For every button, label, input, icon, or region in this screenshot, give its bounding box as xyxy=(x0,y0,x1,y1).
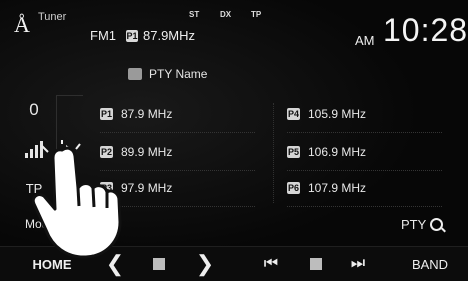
current-band: FM1 xyxy=(90,28,116,43)
am-pm-label: AM xyxy=(355,33,375,48)
preset-frequency: 105.9 MHz xyxy=(308,107,367,121)
seek-mode-button[interactable]: 0 xyxy=(14,100,54,120)
preset-number: P5 xyxy=(287,146,300,158)
clock: 10:28 xyxy=(383,12,468,48)
search-icon xyxy=(430,217,444,231)
preset-item[interactable]: P4 105.9 MHz xyxy=(287,102,452,133)
preset-item[interactable]: P6 107.9 MHz xyxy=(287,176,452,207)
source-label: Tuner xyxy=(38,11,67,23)
pty-button-label: PTY xyxy=(401,216,427,232)
band-button[interactable]: BAND xyxy=(402,252,458,276)
current-frequency: 87.9MHz xyxy=(143,28,196,43)
tuner-screen: Å Tuner FM1 P1 87.9MHz ST DX TP AM 10:28… xyxy=(0,0,468,281)
st-indicator: ST xyxy=(189,10,200,19)
source-logo: Å xyxy=(14,12,30,38)
preset-frequency: 107.9 MHz xyxy=(308,181,367,195)
preset-frequency: 87.9 MHz xyxy=(121,107,173,121)
skip-forward-icon[interactable]: ⏭ xyxy=(344,252,372,276)
logo-glyph: Å xyxy=(14,12,30,37)
stop-square-icon[interactable] xyxy=(303,252,329,276)
preset-number: P1 xyxy=(100,108,113,120)
current-preset-chip: P1 xyxy=(126,29,138,42)
preset-frequency: 106.9 MHz xyxy=(308,145,367,159)
preset-number: P4 xyxy=(287,108,300,120)
current-station: P1 87.9MHz xyxy=(126,28,195,43)
stop-square-icon[interactable] xyxy=(146,252,172,276)
dx-indicator: DX xyxy=(220,10,232,19)
pty-name-text: PTY Name xyxy=(149,67,208,81)
preset-item[interactable]: P1 87.9 MHz xyxy=(100,102,265,133)
preset-number: P6 xyxy=(287,182,300,194)
pty-search-button[interactable]: PTY xyxy=(401,212,444,236)
preset-item[interactable]: P5 106.9 MHz xyxy=(287,140,452,171)
skip-back-icon[interactable]: ⏮ xyxy=(257,252,285,276)
chevron-right-icon[interactable]: ❯ xyxy=(194,251,216,276)
pty-name-display: PTY Name xyxy=(128,67,207,81)
tp-indicator: TP xyxy=(251,10,262,19)
column-divider xyxy=(273,103,275,203)
hand-tap-icon xyxy=(31,140,122,259)
pty-icon xyxy=(128,68,142,80)
